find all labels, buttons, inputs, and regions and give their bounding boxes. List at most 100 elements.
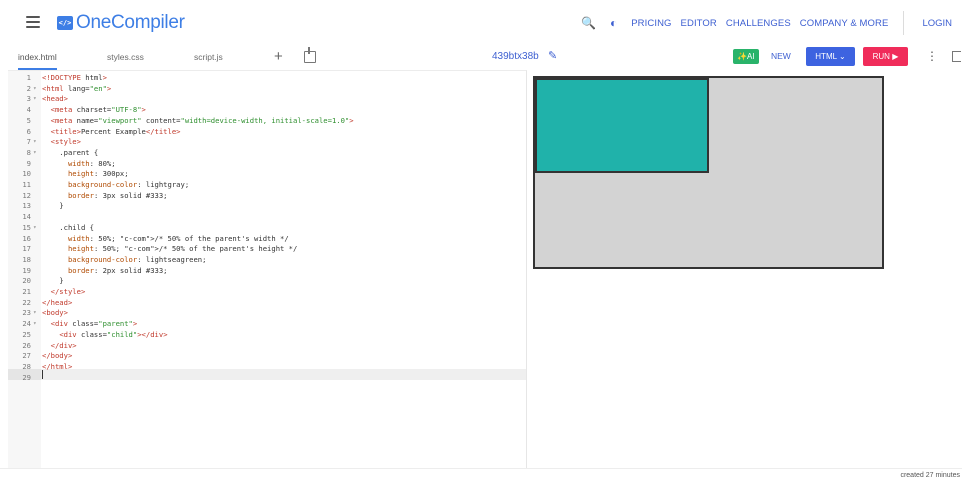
top-navbar: </> OneCompiler 🔍 ◐ PRICING EDITOR CHALL…	[0, 0, 962, 47]
code-text: <meta name="viewport" content="width=dev…	[50, 115, 354, 125]
line-number: 13	[22, 201, 31, 211]
line-number: 2	[26, 83, 31, 93]
code-text: height: 50%; "c-com">/* 50% of the paren…	[67, 244, 298, 254]
fold-arrow-icon[interactable]: ▾	[33, 223, 37, 234]
line-number: 16	[22, 233, 31, 243]
nav-link-challenges[interactable]: CHALLENGES	[726, 18, 791, 29]
code-text: </html>	[42, 361, 73, 371]
tab-script-js[interactable]: script.js	[194, 46, 223, 68]
kebab-icon[interactable]: ⋮	[926, 49, 938, 63]
line-number: 5	[26, 115, 31, 125]
code-text: .child {	[42, 222, 94, 232]
active-line-highlight	[41, 369, 526, 380]
code-text: <head>	[42, 94, 68, 104]
code-text: border: 3px solid #333;	[67, 190, 168, 200]
language-label: HTML	[815, 52, 837, 61]
footer-divider	[0, 468, 962, 469]
logo-icon: </>	[57, 16, 73, 30]
code-text: }	[42, 276, 64, 286]
fold-arrow-icon[interactable]: ▾	[33, 148, 37, 159]
line-number: 19	[22, 265, 31, 275]
language-select-button[interactable]: HTML ⌄	[806, 47, 855, 66]
brand-name: OneCompiler	[76, 12, 185, 33]
line-number: 4	[26, 105, 31, 115]
brand-logo[interactable]: </> OneCompiler	[57, 12, 185, 34]
line-number: 6	[26, 126, 31, 136]
line-number: 23	[22, 308, 31, 318]
fold-arrow-icon[interactable]: ▾	[33, 319, 37, 330]
line-number: 15	[22, 222, 31, 232]
line-number: 1	[26, 73, 31, 82]
login-link[interactable]: LOGIN	[922, 18, 952, 29]
line-number: 11	[22, 180, 31, 189]
line-number: 10	[22, 169, 31, 179]
search-icon[interactable]: 🔍	[581, 16, 596, 30]
project-name: 439btx38b	[492, 51, 539, 62]
nav-right: 🔍 ◐ PRICING EDITOR CHALLENGES COMPANY & …	[581, 0, 962, 46]
code-text: <body>	[42, 308, 68, 318]
code-text: <title>Percent Example</title>	[50, 126, 181, 136]
line-number: 20	[22, 276, 31, 286]
line-number: 12	[22, 190, 31, 200]
menu-icon[interactable]	[26, 16, 40, 28]
text-cursor	[42, 370, 43, 379]
code-text: background-color: lightgray;	[67, 180, 190, 189]
code-text: <style>	[50, 137, 81, 147]
new-button[interactable]: NEW	[771, 49, 791, 64]
line-number: 17	[22, 244, 31, 254]
line-number: 27	[22, 351, 31, 361]
line-number: 9	[26, 158, 31, 168]
theme-toggle-icon[interactable]: ◐	[610, 16, 617, 30]
created-timestamp: created 27 minutes	[900, 472, 960, 479]
nav-divider	[903, 11, 905, 35]
ai-label: AI	[746, 52, 755, 61]
code-text: </div>	[50, 340, 77, 350]
tab-styles-css[interactable]: styles.css	[107, 46, 144, 68]
line-number: 25	[22, 329, 31, 339]
preview-parent-box	[533, 76, 884, 269]
fold-arrow-icon[interactable]: ▾	[33, 94, 37, 105]
preview-child-box	[535, 78, 709, 173]
code-text: <!DOCTYPE html>	[42, 73, 107, 82]
code-text: width: 80%;	[67, 158, 116, 168]
fold-arrow-icon[interactable]: ▾	[33, 84, 37, 95]
tab-index-html[interactable]: index.html	[18, 46, 57, 70]
fullscreen-icon[interactable]	[952, 51, 961, 62]
nav-link-company-more[interactable]: COMPANY & MORE	[800, 18, 889, 29]
line-number: 22	[22, 297, 31, 307]
fold-arrow-icon[interactable]: ▾	[33, 137, 37, 148]
add-file-button[interactable]: +	[274, 48, 283, 65]
code-editor[interactable]: 1 <!DOCTYPE html> 2 ▾ <html lang="en"> 3 ▾ <hea…	[8, 70, 527, 469]
line-number: 18	[22, 254, 31, 264]
line-number: 21	[22, 287, 31, 296]
line-number: 7	[26, 137, 31, 147]
code-text: border: 2px solid #333;	[67, 265, 168, 275]
line-number: 26	[22, 340, 31, 350]
nav-link-pricing[interactable]: PRICING	[631, 18, 671, 29]
line-number: 29	[22, 372, 31, 382]
line-number: 8	[26, 147, 31, 157]
upload-icon[interactable]	[304, 47, 316, 63]
pencil-icon[interactable]: ✎	[548, 49, 557, 62]
code-text: </head>	[42, 297, 73, 307]
fold-arrow-icon[interactable]: ▾	[33, 308, 37, 319]
code-text: <meta charset="UTF-8">	[50, 105, 146, 115]
editor-toolbar: index.html styles.css script.js + 439btx…	[0, 46, 962, 70]
line-number: 24	[22, 319, 31, 329]
play-icon: ▶	[892, 52, 899, 61]
code-text: }	[42, 201, 64, 211]
code-text: </body>	[42, 351, 73, 361]
output-preview	[527, 70, 962, 468]
nav-link-editor[interactable]: EDITOR	[681, 18, 717, 29]
code-text: width: 50%; "c-com">/* 50% of the parent…	[67, 233, 289, 243]
run-button[interactable]: RUN ▶	[863, 47, 908, 66]
code-text: background-color: lightseagreen;	[67, 254, 207, 264]
chevron-down-icon: ⌄	[839, 52, 846, 61]
ai-button[interactable]: ✨AI	[733, 49, 759, 64]
line-number: 14	[22, 212, 31, 222]
code-text: <div class="parent">	[50, 319, 138, 329]
line-number: 28	[22, 361, 31, 371]
line-number: 3	[26, 94, 31, 104]
code-text: <div class="child"></div>	[59, 329, 168, 339]
code-text: .parent {	[42, 147, 99, 157]
